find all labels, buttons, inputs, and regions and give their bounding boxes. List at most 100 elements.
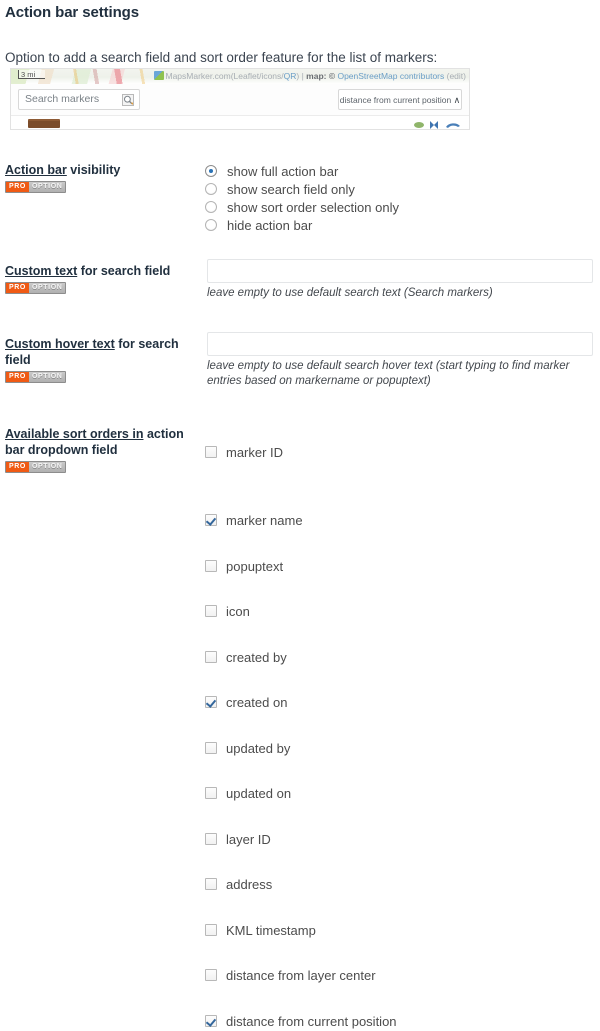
- radio-label: hide action bar: [227, 217, 313, 233]
- map-tile-texture-overlay: [66, 69, 161, 84]
- checkbox-label: marker ID: [226, 444, 284, 460]
- checkbox-indicator[interactable]: [205, 446, 217, 458]
- checkbox-indicator[interactable]: [205, 878, 217, 890]
- pro-badge-left: PRO: [6, 283, 29, 293]
- checkbox-label: popuptext: [226, 558, 284, 574]
- preview-row-action-icons: [414, 121, 460, 129]
- attribution-links: MapsMarker.com(Leaflet/icons/QR) | map: …: [153, 69, 466, 84]
- map-attribution-strip: 3 mi MapsMarker.com(Leaflet/icons/QR) | …: [11, 69, 469, 84]
- attribution-edit-link[interactable]: (edit): [447, 71, 466, 81]
- radio-option-show-search-field-only[interactable]: show search field only: [205, 180, 399, 198]
- pro-badge-left: PRO: [6, 182, 29, 192]
- radio-label: show search field only: [227, 181, 355, 197]
- checkbox-indicator[interactable]: [205, 924, 217, 936]
- radio-label: show full action bar: [227, 163, 339, 179]
- checkbox-row-marker-id[interactable]: marker ID: [205, 444, 283, 460]
- label-action-bar-visibility: Action bar visibility PRO OPTION: [5, 162, 195, 194]
- radio-indicator[interactable]: [205, 201, 217, 213]
- checkbox-row-created-on[interactable]: created on: [205, 694, 287, 710]
- radio-option-show-sort-order-selection-only[interactable]: show sort order selection only: [205, 198, 399, 216]
- pro-option-badge: PRO OPTION: [5, 181, 67, 193]
- label-custom-hover-underlined: Custom hover text: [5, 337, 115, 351]
- radio-option-hide-action-bar[interactable]: hide action bar: [205, 216, 399, 234]
- preview-search-placeholder: Search markers: [25, 93, 100, 105]
- hint-custom-search-text: leave empty to use default search text (…: [207, 287, 493, 299]
- attribution-leaflet-link[interactable]: Leaflet: [234, 71, 260, 81]
- label-custom-text-underlined: Custom text: [5, 264, 78, 278]
- preview-marker-thumbnail: [28, 119, 60, 128]
- pro-badge-left: PRO: [6, 462, 29, 472]
- radio-indicator[interactable]: [205, 219, 217, 231]
- radio-option-show-full-action-bar[interactable]: show full action bar: [205, 162, 399, 180]
- attribution-mapsmarker: MapsMarker.com: [165, 71, 231, 81]
- label-available-sort-orders: Available sort orders in action bar drop…: [5, 426, 195, 474]
- hint-custom-search-hover-text: leave empty to use default search hover …: [207, 360, 570, 387]
- checkbox-row-updated-by[interactable]: updated by: [205, 740, 290, 756]
- mapsmarker-logo-icon: [153, 71, 164, 80]
- checkbox-row-updated-on[interactable]: updated on: [205, 785, 291, 801]
- label-custom-text-for-search-field: Custom text for search field PRO OPTION: [5, 263, 195, 295]
- attribution-icons-link[interactable]: icons: [261, 71, 281, 81]
- checkbox-indicator[interactable]: [205, 1015, 217, 1027]
- attribution-qr-link[interactable]: QR: [284, 71, 297, 81]
- preview-sort-value: distance from current position: [339, 95, 452, 105]
- checkbox-indicator[interactable]: [205, 560, 217, 572]
- checkbox-indicator[interactable]: [205, 833, 217, 845]
- label-custom-hover-text-for-search-field: Custom hover text for search field PRO OP…: [5, 336, 195, 384]
- attribution-close-paren: ) |: [296, 71, 307, 81]
- label-action-bar-visibility-rest: visibility: [66, 163, 121, 177]
- intro-text: Option to add a search field and sort or…: [5, 50, 438, 65]
- label-action-bar-visibility-underlined: Action bar: [5, 163, 67, 177]
- checkbox-indicator[interactable]: [205, 742, 217, 754]
- checkbox-indicator[interactable]: [205, 787, 217, 799]
- pro-option-badge: PRO OPTION: [5, 371, 67, 383]
- checkbox-label: marker name: [226, 512, 303, 528]
- checkbox-row-marker-name[interactable]: marker name: [205, 512, 303, 528]
- preview-sort-dropdown[interactable]: distance from current position ∧: [338, 89, 462, 110]
- radio-indicator[interactable]: [205, 165, 217, 177]
- checkbox-indicator[interactable]: [205, 605, 217, 617]
- checkbox-indicator[interactable]: [205, 969, 217, 981]
- attribution-osm-link[interactable]: OpenStreetMap contributors: [337, 71, 444, 81]
- checkbox-row-kml-timestamp[interactable]: KML timestamp: [205, 922, 316, 938]
- checkbox-label: icon: [226, 603, 250, 619]
- checkbox-label: distance from layer center: [226, 967, 376, 983]
- attribution-map-label: map:: [306, 71, 329, 81]
- checkbox-row-layer-id[interactable]: layer ID: [205, 831, 271, 847]
- checkbox-label: KML timestamp: [226, 922, 316, 938]
- pro-badge-right: OPTION: [28, 372, 66, 382]
- map-scale-label: 3 mi: [18, 70, 46, 79]
- checkbox-label: address: [226, 876, 273, 892]
- magnifier-icon[interactable]: [122, 94, 134, 106]
- checkbox-indicator[interactable]: [205, 514, 217, 526]
- checkbox-row-icon[interactable]: icon: [205, 603, 250, 619]
- pro-option-badge: PRO OPTION: [5, 282, 67, 294]
- custom-search-hover-text-input[interactable]: [207, 332, 593, 356]
- pro-badge-right: OPTION: [28, 462, 66, 472]
- radio-label: show sort order selection only: [227, 199, 399, 215]
- preview-action-bar: Search markers distance from current pos…: [11, 84, 469, 115]
- label-sort-orders-underlined: Available sort orders in: [5, 427, 144, 441]
- radio-indicator[interactable]: [205, 183, 217, 195]
- preview-marker-row: [11, 115, 469, 129]
- custom-search-text-input[interactable]: [207, 259, 593, 283]
- checkbox-label: distance from current position: [226, 1013, 397, 1029]
- label-custom-text-rest: for search field: [77, 264, 171, 278]
- checkbox-row-address[interactable]: address: [205, 876, 272, 892]
- checkbox-row-popuptext[interactable]: popuptext: [205, 558, 283, 574]
- page-title: Action bar settings: [5, 4, 139, 21]
- checkbox-indicator[interactable]: [205, 696, 217, 708]
- checkbox-row-created-by[interactable]: created by: [205, 649, 287, 665]
- checkbox-row-distance-from-layer-center[interactable]: distance from layer center: [205, 967, 376, 983]
- pro-badge-left: PRO: [6, 372, 29, 382]
- action-bar-preview-image: 3 mi MapsMarker.com(Leaflet/icons/QR) | …: [10, 68, 470, 130]
- checkbox-label: layer ID: [226, 831, 271, 847]
- action-bar-visibility-radio-group: show full action bar show search field o…: [205, 162, 399, 234]
- checkbox-indicator[interactable]: [205, 651, 217, 663]
- pro-badge-right: OPTION: [28, 182, 66, 192]
- pro-badge-right: OPTION: [28, 283, 66, 293]
- chevron-up-icon: ∧: [453, 95, 461, 105]
- pro-option-badge: PRO OPTION: [5, 461, 67, 473]
- preview-search-input[interactable]: Search markers: [18, 89, 140, 110]
- checkbox-row-distance-from-current-position[interactable]: distance from current position: [205, 1013, 397, 1029]
